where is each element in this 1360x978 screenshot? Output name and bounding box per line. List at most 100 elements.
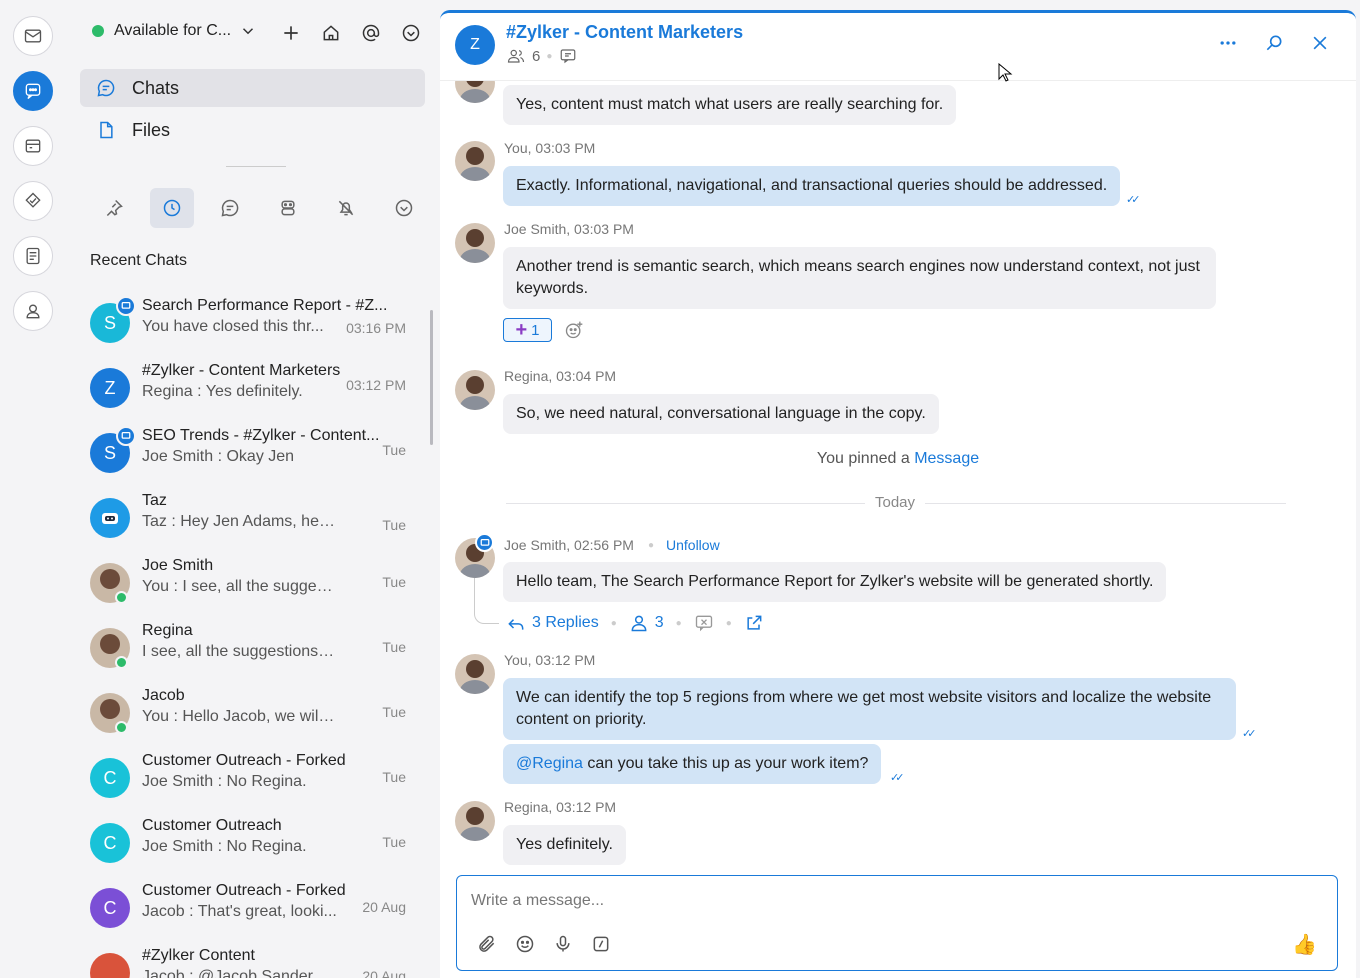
header-actions bbox=[1218, 33, 1330, 53]
replies-link[interactable]: 3 Replies bbox=[506, 613, 599, 633]
thread-badge-icon bbox=[116, 426, 136, 446]
mention-link[interactable]: @Regina bbox=[516, 755, 583, 772]
members-icon[interactable] bbox=[506, 47, 526, 65]
chat-time: Tue bbox=[382, 639, 406, 655]
thread-summary: 3 Replies ● 3 ● ● bbox=[506, 613, 764, 633]
reaction-chip[interactable]: + 1 bbox=[503, 318, 552, 342]
open-thread-icon[interactable] bbox=[744, 613, 764, 633]
notes-icon[interactable] bbox=[13, 236, 53, 276]
message-bubble[interactable]: Hello team, The Search Performance Repor… bbox=[503, 562, 1167, 602]
chat-item[interactable]: #Zylker Content Jacob : @Jacob Sanders, … bbox=[66, 938, 428, 978]
unfollow-link[interactable]: Unfollow bbox=[666, 537, 720, 553]
chat-preview: Regina : Yes definitely. bbox=[142, 383, 303, 400]
bot-icon[interactable] bbox=[266, 188, 310, 228]
thread-badge-icon bbox=[475, 533, 494, 552]
tasks-icon[interactable] bbox=[13, 181, 53, 221]
separator: ● bbox=[610, 617, 617, 629]
message-bubble[interactable]: Another trend is semantic search, which … bbox=[503, 247, 1216, 309]
microphone-icon[interactable] bbox=[553, 934, 573, 954]
contacts-icon[interactable] bbox=[13, 291, 53, 331]
chat-time: Tue bbox=[382, 517, 406, 533]
status-dot bbox=[92, 25, 104, 37]
status-selector[interactable]: Available for C... bbox=[92, 22, 257, 40]
channel-title[interactable]: #Zylker - Content Marketers bbox=[506, 22, 743, 43]
separator: ● bbox=[648, 540, 655, 551]
read-receipt-icon: ✓✓ bbox=[890, 772, 905, 784]
close-thread-icon[interactable] bbox=[694, 613, 714, 633]
message-bubble[interactable]: Exactly. Informational, navigational, an… bbox=[503, 166, 1121, 206]
chat-preview: Jacob : That's great, looki... bbox=[142, 903, 337, 920]
nav-files[interactable]: Files bbox=[80, 111, 425, 149]
chat-item[interactable]: Taz Taz : Hey Jen Adams, here's y... Tue bbox=[66, 483, 428, 548]
chat-preview: I see, all the suggestions will i... bbox=[142, 643, 337, 660]
chat-preview: Joe Smith : No Regina. bbox=[142, 773, 307, 790]
chat-filter-icon[interactable] bbox=[208, 188, 252, 228]
mouse-cursor-icon bbox=[998, 63, 1013, 82]
thread-icon[interactable] bbox=[558, 47, 578, 65]
mute-icon[interactable] bbox=[324, 188, 368, 228]
clock-icon[interactable] bbox=[150, 188, 194, 228]
more-circle-icon[interactable] bbox=[398, 20, 424, 46]
emoji-icon[interactable] bbox=[515, 934, 535, 954]
composer-tools bbox=[477, 934, 611, 954]
participant-icon bbox=[631, 615, 647, 632]
slash-command-icon[interactable] bbox=[591, 934, 611, 954]
chat-time: 20 Aug bbox=[362, 899, 406, 915]
pinned-notice: You pinned a Message bbox=[440, 450, 1356, 468]
online-indicator bbox=[115, 656, 128, 669]
chat-name: Customer Outreach bbox=[142, 817, 282, 834]
message-text: can you take this up as your work item? bbox=[582, 755, 869, 772]
chat-name: Customer Outreach - Forked bbox=[142, 752, 346, 769]
chat-time: 20 Aug bbox=[362, 968, 406, 978]
chat-item[interactable]: Z #Zylker - Content Marketers Regina : Y… bbox=[66, 353, 428, 418]
chat-time: Tue bbox=[382, 704, 406, 720]
chat-preview: Taz : Hey Jen Adams, here's y... bbox=[142, 513, 337, 530]
pinned-text: You pinned a bbox=[816, 450, 910, 467]
channel-meta: 6 ● bbox=[506, 47, 578, 65]
chat-item[interactable]: C Customer Outreach - Forked Jacob : Tha… bbox=[66, 873, 428, 938]
chat-item[interactable]: S SEO Trends - #Zylker - Content... Joe … bbox=[66, 418, 428, 483]
thumbs-up-icon[interactable]: 👍 bbox=[1292, 932, 1317, 957]
chat-name: Joe Smith bbox=[142, 557, 214, 574]
online-indicator bbox=[115, 591, 128, 604]
chevron-circle-icon[interactable] bbox=[382, 188, 426, 228]
chat-item[interactable]: S Search Performance Report - #Z... You … bbox=[66, 288, 428, 353]
home-icon[interactable] bbox=[318, 20, 344, 46]
avatar: C bbox=[90, 758, 130, 798]
chat-item[interactable]: C Customer Outreach Joe Smith : No Regin… bbox=[66, 808, 428, 873]
cliq-chat-icon[interactable] bbox=[13, 71, 53, 111]
message-bubble[interactable]: @Regina can you take this up as your wor… bbox=[503, 744, 882, 784]
nav-chats[interactable]: Chats bbox=[80, 69, 425, 107]
message-bubble[interactable]: We can identify the top 5 regions from w… bbox=[503, 678, 1236, 740]
chat-list-scrollbar[interactable] bbox=[430, 310, 433, 445]
member-count[interactable]: 6 bbox=[532, 48, 540, 65]
message-bubble[interactable]: Yes, content must match what users are r… bbox=[503, 85, 957, 125]
participants-link[interactable]: 3 bbox=[629, 613, 664, 633]
chat-name: Jacob bbox=[142, 687, 185, 704]
attachment-icon[interactable] bbox=[477, 934, 497, 954]
nav-chats-label: Chats bbox=[132, 77, 180, 98]
chat-name: Customer Outreach - Forked bbox=[142, 882, 346, 899]
chat-item[interactable]: C Customer Outreach - Forked Joe Smith :… bbox=[66, 743, 428, 808]
message-input[interactable] bbox=[471, 888, 1171, 914]
separator: ● bbox=[675, 617, 682, 629]
add-reaction-icon[interactable] bbox=[564, 320, 584, 340]
reply-icon bbox=[508, 619, 524, 630]
pin-icon[interactable] bbox=[92, 188, 136, 228]
nav-files-label: Files bbox=[132, 119, 171, 140]
search-icon[interactable] bbox=[1264, 33, 1284, 53]
more-options-icon[interactable] bbox=[1218, 33, 1238, 53]
chat-item[interactable]: Joe Smith You : I see, all the suggestio… bbox=[66, 548, 428, 613]
chat-item[interactable]: Regina I see, all the suggestions will i… bbox=[66, 613, 428, 678]
message-bubble[interactable]: Yes definitely. bbox=[503, 825, 626, 865]
plus-icon[interactable] bbox=[278, 20, 304, 46]
message-bubble[interactable]: So, we need natural, conversational lang… bbox=[503, 394, 939, 434]
pinned-message-link[interactable]: Message bbox=[914, 450, 979, 467]
chat-preview: Jacob : @Jacob Sanders, i... bbox=[142, 968, 337, 978]
mention-icon[interactable] bbox=[358, 20, 384, 46]
chat-item[interactable]: Jacob You : Hello Jacob, we will hav... … bbox=[66, 678, 428, 743]
avatar bbox=[455, 654, 495, 694]
workspace-icon[interactable] bbox=[13, 126, 53, 166]
mail-icon[interactable] bbox=[13, 16, 53, 56]
close-icon[interactable] bbox=[1310, 33, 1330, 53]
